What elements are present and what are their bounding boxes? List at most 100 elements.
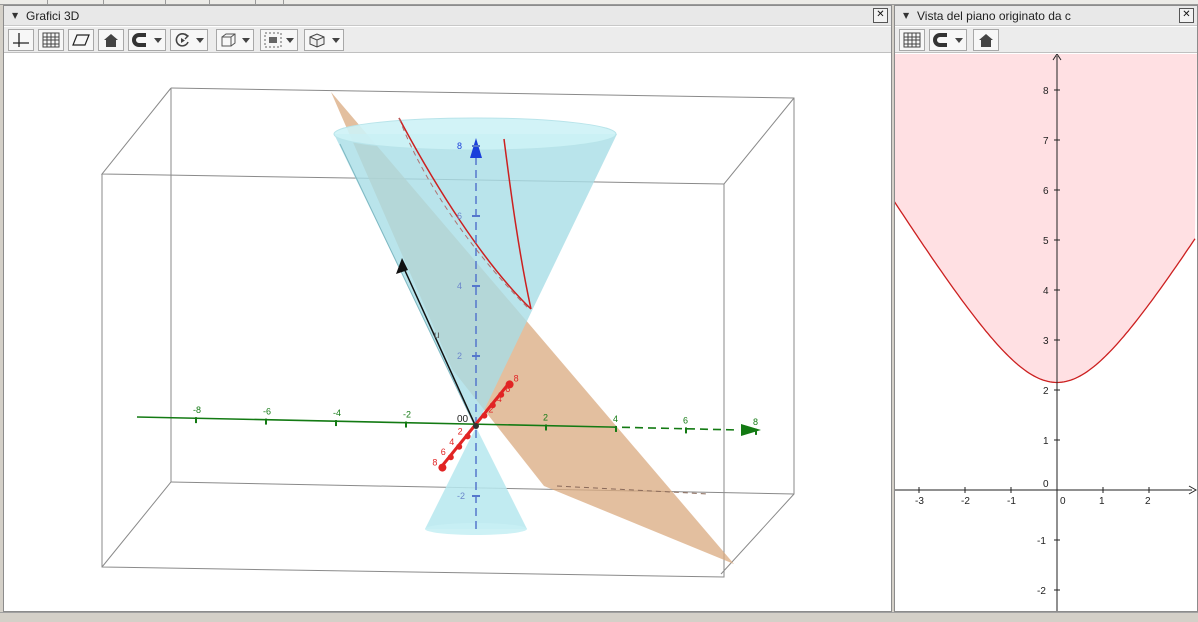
box-icon (221, 33, 236, 47)
close-icon[interactable]: ✕ (873, 8, 888, 23)
home-icon (104, 34, 118, 47)
x-tick-label: -1 (1007, 496, 1016, 507)
magnet-icon (933, 33, 947, 47)
y-tick-label: 8 (432, 458, 437, 468)
clipping-icon (264, 32, 282, 48)
x-tick-label: -6 (263, 407, 271, 417)
x-tick-label: 8 (753, 417, 758, 427)
x-tick-label: 6 (683, 415, 688, 425)
toggle-axes-button[interactable] (8, 29, 34, 51)
show-box-button[interactable] (216, 29, 254, 51)
x-tick-label: 2 (543, 412, 548, 422)
x-tick-label: 4 (613, 414, 618, 424)
grid-icon (42, 32, 60, 48)
chevron-down-icon (154, 38, 162, 43)
y-tick-dot (489, 402, 496, 409)
triangle-down-icon[interactable]: ▼ (12, 11, 18, 20)
plane-view-toolbar (895, 27, 1197, 53)
graphics-3d-titlebar: ▼ Grafici 3D ✕ (4, 6, 891, 26)
hyperbola-region (895, 54, 1197, 383)
scene-3d: u -8 -6 -4 -2 2 4 6 8 8642-2 24682468 00 (100, 87, 795, 578)
z-tick-label: 2 (457, 351, 462, 361)
top-tab[interactable] (104, 0, 166, 4)
x-tick-label: -4 (333, 408, 341, 418)
standard-view-button[interactable] (973, 29, 999, 51)
y-tick-label: 6 (441, 447, 446, 457)
y-tick-label: 4 (449, 437, 454, 447)
y-tick-label: 7 (1043, 136, 1049, 147)
view-direction-button[interactable] (304, 29, 344, 51)
y-tick-label: 8 (514, 373, 519, 383)
plane-graph: -3 -2 -1 0 1 2 8 7 6 5 4 3 2 1 0 -1 -2 (895, 54, 1197, 611)
y-tick-label: 1 (1043, 436, 1049, 447)
panel-title: Vista del piano originato da c (917, 9, 1071, 23)
x-tick-label: 0 (1060, 496, 1066, 507)
top-tab[interactable] (166, 0, 210, 4)
graphics-3d-toolbar (4, 27, 891, 53)
z-tick-label: 6 (457, 211, 462, 221)
x-tick-label: -3 (915, 496, 924, 507)
rotate-view-button[interactable] (170, 29, 208, 51)
z-tick-label: -2 (457, 491, 465, 501)
origin-point[interactable] (473, 423, 479, 429)
y-tick-dot (447, 454, 454, 461)
point-capturing-button[interactable] (929, 29, 967, 51)
top-tab[interactable] (256, 0, 284, 4)
toggle-plane-button[interactable] (68, 29, 94, 51)
y-tick-dot (481, 412, 488, 419)
x-tick-label: -8 (193, 405, 201, 415)
magnet-icon (132, 33, 146, 47)
home-icon (979, 34, 993, 47)
graphics-3d-canvas[interactable]: u -8 -6 -4 -2 2 4 6 8 8 6 4 2 -2 2468 2 … (4, 54, 891, 611)
vector-label: u (434, 330, 440, 341)
toggle-grid-button[interactable] (38, 29, 64, 51)
standard-view-button[interactable] (98, 29, 124, 51)
grid-icon (903, 32, 921, 48)
y-tick-label: 0 (1043, 479, 1049, 490)
geogebra-window: ▼ Grafici 3D ✕ u -8 -6 -4 -2 2 4 6 8 8 6… (0, 0, 1198, 622)
graphics-3d-panel: ▼ Grafici 3D ✕ u -8 -6 -4 -2 2 4 6 8 8 6… (3, 5, 892, 612)
z-tick-label: 4 (457, 281, 462, 291)
x-tick-label: -2 (961, 496, 970, 507)
chevron-down-icon (332, 38, 340, 43)
origin-label: 00 (457, 414, 469, 425)
top-tab[interactable] (210, 0, 256, 4)
axes-icon (13, 33, 29, 47)
y-tick-label: 2 (458, 426, 463, 436)
y-tick-dot (438, 463, 447, 472)
y-tick-label: 6 (1043, 186, 1049, 197)
x-tick-label: -2 (403, 410, 411, 420)
chevron-down-icon (955, 38, 963, 43)
close-icon[interactable]: ✕ (1179, 8, 1194, 23)
panel-title: Grafici 3D (26, 9, 80, 23)
chevron-down-icon (196, 38, 204, 43)
y-tick-label: -2 (1037, 586, 1046, 597)
plane-view-panel: ▼ Vista del piano originato da c ✕ -3 -2… (894, 5, 1198, 612)
x-tick-label: 2 (1145, 496, 1151, 507)
x-tick-label: 1 (1099, 496, 1105, 507)
x-axis (136, 416, 761, 436)
point-capturing-button[interactable] (128, 29, 166, 51)
y-tick-dot (456, 443, 463, 450)
y-tick-label: -1 (1037, 536, 1046, 547)
y-tick-dot (498, 391, 505, 398)
y-tick-label: 4 (1043, 286, 1049, 297)
top-tab[interactable] (48, 0, 104, 4)
rotate-icon (175, 33, 190, 47)
y-tick-label: 2 (1043, 386, 1049, 397)
toggle-grid-button[interactable] (899, 29, 925, 51)
plane-view-canvas[interactable]: -3 -2 -1 0 1 2 8 7 6 5 4 3 2 1 0 -1 -2 (895, 54, 1197, 611)
z-tick-label: 8 (457, 141, 462, 151)
triangle-down-icon[interactable]: ▼ (903, 11, 909, 20)
view-direction-icon (309, 33, 325, 48)
y-tick-label: 8 (1043, 86, 1049, 97)
y-tick-dot (505, 380, 514, 389)
top-tab[interactable] (0, 0, 48, 4)
chevron-down-icon (242, 38, 250, 43)
y-tick-label: 5 (1043, 236, 1049, 247)
clipping-button[interactable] (260, 29, 298, 51)
plane-icon (72, 34, 90, 46)
status-bar (0, 612, 1198, 622)
y-tick-dot (464, 433, 471, 440)
plane-view-titlebar: ▼ Vista del piano originato da c ✕ (895, 6, 1197, 26)
